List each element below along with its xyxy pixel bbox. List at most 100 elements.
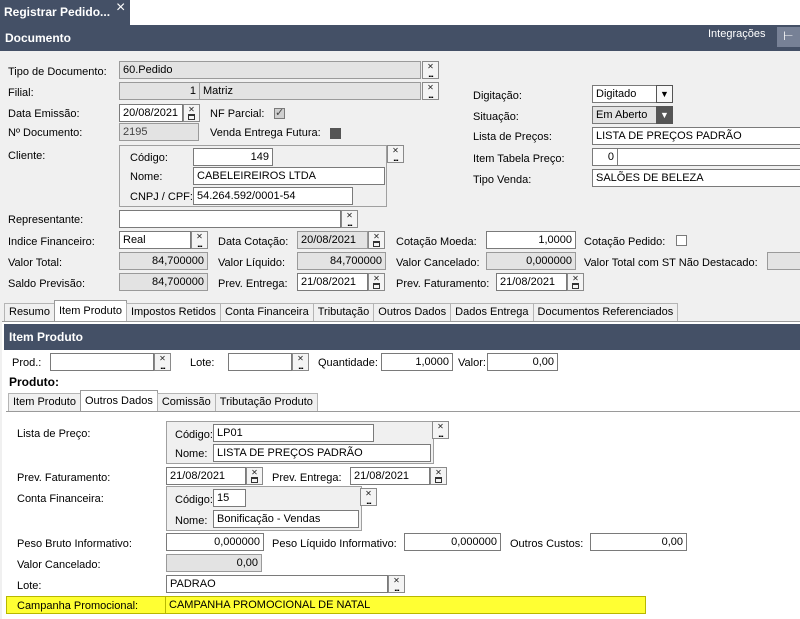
indice-financeiro-field[interactable]: Real xyxy=(119,231,191,249)
indice-lookup-button[interactable]: ✕... xyxy=(191,231,208,249)
prev-entrega-field[interactable]: 21/08/2021 xyxy=(297,273,368,291)
prev-fat-item-calendar-button[interactable]: ✕ xyxy=(246,467,263,485)
valor-cancelado-field[interactable]: 0,000000 xyxy=(486,252,576,270)
venda-futura-checkbox[interactable] xyxy=(330,128,341,139)
prev-ent-item-calendar-button[interactable]: ✕ xyxy=(430,467,447,485)
subtab-outros-dados[interactable]: Outros Dados xyxy=(79,390,158,411)
chevron-down-icon[interactable]: ▼ xyxy=(656,85,673,103)
filial-name-field[interactable]: Matriz xyxy=(199,82,421,100)
subtab-tributacao-produto[interactable]: Tributação Produto xyxy=(214,393,318,411)
filial-code-field[interactable]: 1 xyxy=(119,82,200,100)
prev-entrega-label: Prev. Entrega: xyxy=(218,278,288,290)
ellipsis-icon: ... xyxy=(366,496,372,506)
lista-preco-lookup-button[interactable]: ✕... xyxy=(432,421,449,439)
cotacao-moeda-field[interactable]: 1,0000 xyxy=(486,231,576,249)
representante-field[interactable] xyxy=(119,210,341,228)
lote-item-lookup-button[interactable]: ✕... xyxy=(388,575,405,593)
cliente-nome-field[interactable]: CABELEIREIROS LTDA xyxy=(193,167,385,185)
conta-financeira-lookup-button[interactable]: ✕... xyxy=(360,488,377,506)
filial-lookup-button[interactable]: ✕... xyxy=(422,82,439,100)
lp-nome-field[interactable]: LISTA DE PREÇOS PADRÃO xyxy=(213,444,431,462)
subtab-item-produto[interactable]: Item Produto xyxy=(8,393,81,411)
ellipsis-icon: ... xyxy=(394,583,400,593)
prev-fat-item-field[interactable]: 21/08/2021 xyxy=(166,467,246,485)
lote-lookup-button[interactable]: ✕... xyxy=(292,353,309,371)
tipo-documento-label: Tipo de Documento: xyxy=(8,66,107,78)
situacao-select[interactable]: Em Aberto ▼ xyxy=(592,106,673,124)
tab-conta-financeira[interactable]: Conta Financeira xyxy=(219,303,314,321)
lista-preco-label: Lista de Preço: xyxy=(17,428,91,440)
item-tabela-code-field[interactable]: 0 xyxy=(592,148,618,166)
chevron-down-icon[interactable]: ▼ xyxy=(656,106,673,124)
digitacao-label: Digitação: xyxy=(473,90,522,102)
prod-field[interactable] xyxy=(50,353,154,371)
pin-icon: ⊢ xyxy=(783,29,794,43)
data-emissao-field[interactable]: 20/08/2021 xyxy=(119,104,183,122)
outros-custos-field[interactable]: 0,00 xyxy=(590,533,687,551)
lote-item-field[interactable]: PADRAO xyxy=(166,575,388,593)
valor-cancelado-item-field[interactable]: 0,00 xyxy=(166,554,262,572)
campanha-field[interactable]: CAMPANHA PROMOCIONAL DE NATAL xyxy=(165,596,646,614)
lote-label: Lote: xyxy=(190,357,215,369)
prev-faturamento-field[interactable]: 21/08/2021 xyxy=(496,273,567,291)
close-icon[interactable]: × xyxy=(116,0,125,17)
valor-total-st-field[interactable] xyxy=(767,252,800,270)
cliente-cnpj-field[interactable]: 54.264.592/0001-54 xyxy=(193,187,353,205)
peso-bruto-field[interactable]: 0,000000 xyxy=(166,533,264,551)
cotacao-pedido-checkbox[interactable] xyxy=(676,235,687,246)
prod-label: Prod.: xyxy=(12,357,42,369)
cf-codigo-field[interactable]: 15 xyxy=(213,489,246,507)
tab-tributacao[interactable]: Tributação xyxy=(312,303,375,321)
digitacao-select[interactable]: Digitado ▼ xyxy=(592,85,673,103)
peso-liquido-field[interactable]: 0,000000 xyxy=(404,533,501,551)
situacao-label: Situação: xyxy=(473,111,519,123)
cliente-codigo-field[interactable]: 149 xyxy=(193,148,273,166)
cliente-cnpj-label: CNPJ / CPF: xyxy=(130,191,193,203)
representante-lookup-button[interactable]: ✕... xyxy=(341,210,358,228)
numero-documento-field[interactable]: 2195 xyxy=(119,123,199,141)
saldo-previsao-field[interactable]: 84,700000 xyxy=(119,273,208,291)
valor-label: Valor: xyxy=(458,357,486,369)
valor-liquido-field[interactable]: 84,700000 xyxy=(297,252,386,270)
tab-outros-dados[interactable]: Outros Dados xyxy=(373,303,452,321)
data-cotacao-field[interactable]: 20/08/2021 xyxy=(297,231,368,249)
cliente-lookup-button[interactable]: ✕... xyxy=(387,145,404,163)
data-cotacao-calendar-button[interactable]: ✕ xyxy=(368,231,385,249)
tipo-documento-field[interactable]: 60.Pedido xyxy=(119,61,421,79)
lista-precos-field[interactable]: LISTA DE PREÇOS PADRÃO xyxy=(592,127,800,145)
prev-entrega-calendar-button[interactable]: ✕ xyxy=(368,273,385,291)
campanha-label: Campanha Promocional: xyxy=(17,600,139,612)
prod-lookup-button[interactable]: ✕... xyxy=(154,353,171,371)
tab-dados-entrega[interactable]: Dados Entrega xyxy=(450,303,534,321)
prev-ent-item-field[interactable]: 21/08/2021 xyxy=(350,467,430,485)
lp-codigo-field[interactable]: LP01 xyxy=(213,424,374,442)
tab-documentos-referenciados[interactable]: Documentos Referenciados xyxy=(532,303,679,321)
integracoes-link[interactable]: Integrações xyxy=(708,28,765,40)
calendar-icon xyxy=(572,283,579,289)
prev-faturamento-calendar-button[interactable]: ✕ xyxy=(567,273,584,291)
data-emissao-calendar-button[interactable]: ✕ xyxy=(183,104,200,122)
window-title: Registrar Pedido... xyxy=(4,5,111,19)
cf-nome-field[interactable]: Bonificação - Vendas xyxy=(213,510,359,528)
valor-total-field[interactable]: 84,700000 xyxy=(119,252,208,270)
numero-documento-label: Nº Documento: xyxy=(8,127,83,139)
quantidade-field[interactable]: 1,0000 xyxy=(381,353,453,371)
lote-field[interactable] xyxy=(228,353,292,371)
ellipsis-icon: ... xyxy=(298,361,304,371)
nf-parcial-checkbox[interactable]: ✓ xyxy=(274,107,285,119)
pin-button[interactable]: ⊢ xyxy=(777,27,800,47)
tab-item-produto[interactable]: Item Produto xyxy=(53,300,127,321)
cotacao-moeda-label: Cotação Moeda: xyxy=(396,236,477,248)
item-produto-header: Item Produto xyxy=(4,324,800,350)
window-tab[interactable]: Registrar Pedido... × xyxy=(0,0,130,25)
subtab-comissao[interactable]: Comissão xyxy=(156,393,216,411)
calendar-icon xyxy=(373,241,380,247)
tipo-venda-field[interactable]: SALÕES DE BELEZA xyxy=(592,169,800,187)
sub-tabs: Item Produto Outros Dados Comissão Tribu… xyxy=(8,390,318,411)
calendar-icon xyxy=(373,283,380,289)
tab-impostos-retidos[interactable]: Impostos Retidos xyxy=(125,303,221,321)
valor-field[interactable]: 0,00 xyxy=(487,353,558,371)
tab-resumo[interactable]: Resumo xyxy=(4,303,55,321)
tipo-documento-lookup-button[interactable]: ✕... xyxy=(422,61,439,79)
item-tabela-name-field[interactable] xyxy=(617,148,800,166)
